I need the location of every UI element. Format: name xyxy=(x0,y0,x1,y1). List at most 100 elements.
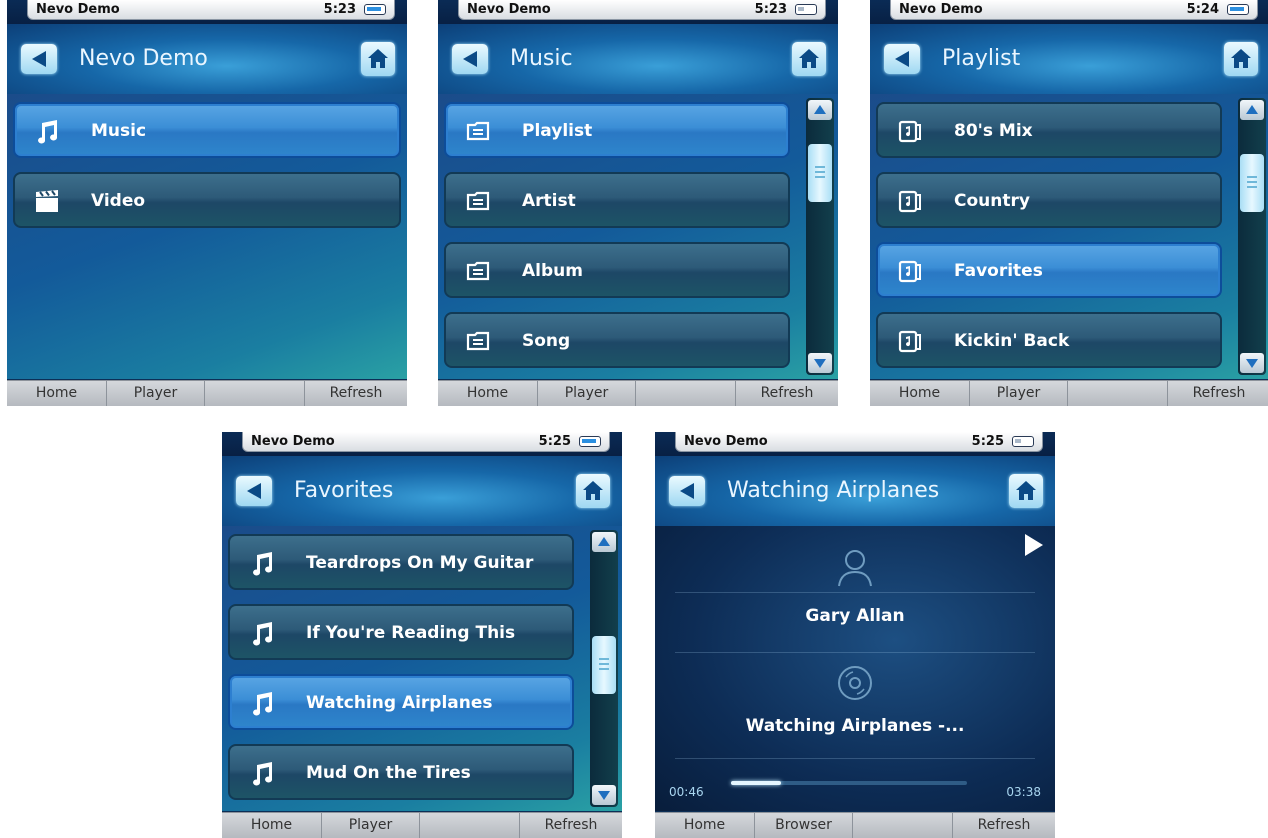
footer-empty-button[interactable] xyxy=(636,381,736,406)
status-title: Nevo Demo xyxy=(467,2,551,17)
play-button[interactable] xyxy=(1025,534,1043,556)
footer-refresh-button[interactable]: Refresh xyxy=(520,813,622,838)
battery-icon xyxy=(1227,4,1249,15)
footer-bar: Home Browser Refresh xyxy=(655,812,1055,838)
home-button[interactable] xyxy=(361,42,395,76)
scroll-down-button[interactable] xyxy=(592,785,616,805)
list-item-label: Watching Airplanes xyxy=(306,693,493,713)
footer-home-button[interactable]: Home xyxy=(655,813,755,838)
disc-icon xyxy=(838,666,872,700)
list-item-album[interactable]: Album xyxy=(444,242,790,298)
status-title: Nevo Demo xyxy=(251,434,335,449)
status-bar: Nevo Demo 5:23 xyxy=(438,0,838,24)
list-item-watching-airplanes[interactable]: Watching Airplanes xyxy=(228,674,574,730)
footer-refresh-button[interactable]: Refresh xyxy=(736,381,838,406)
list-item-video[interactable]: Video xyxy=(13,172,401,228)
list-item-label: Kickin' Back xyxy=(954,331,1070,351)
menu-list: 80's Mix Country Favorites Kickin' Back xyxy=(870,94,1268,379)
list-item-favorites[interactable]: Favorites xyxy=(876,242,1222,298)
home-button[interactable] xyxy=(576,474,610,508)
status-time: 5:25 xyxy=(971,434,1004,449)
music-note-icon xyxy=(253,762,273,786)
scroll-thumb[interactable] xyxy=(808,144,832,202)
back-button[interactable] xyxy=(21,44,57,74)
status-bar: Nevo Demo 5:24 xyxy=(870,0,1268,24)
divider xyxy=(675,652,1035,653)
home-icon xyxy=(1231,49,1251,68)
status-bar: Nevo Demo 5:23 xyxy=(7,0,407,24)
song-title: Watching Airplanes -... xyxy=(745,716,965,736)
scrollbar[interactable] xyxy=(590,530,618,807)
back-button[interactable] xyxy=(236,476,272,506)
scrollbar[interactable] xyxy=(806,98,834,375)
header: Watching Airplanes xyxy=(655,456,1055,526)
home-icon xyxy=(368,49,388,68)
progress-bar[interactable] xyxy=(731,781,967,785)
scroll-up-button[interactable] xyxy=(1240,100,1264,120)
list-item-label: 80's Mix xyxy=(954,121,1033,141)
footer-home-button[interactable]: Home xyxy=(222,813,322,838)
list-item-label: Teardrops On My Guitar xyxy=(306,553,534,573)
divider xyxy=(675,758,1035,759)
folder-icon xyxy=(466,191,490,211)
scroll-down-button[interactable] xyxy=(1240,353,1264,373)
footer-home-button[interactable]: Home xyxy=(870,381,970,406)
list-item-playlist[interactable]: Playlist xyxy=(444,102,790,158)
footer-player-button[interactable]: Player xyxy=(322,813,420,838)
home-button[interactable] xyxy=(1224,42,1258,76)
footer-empty-button[interactable] xyxy=(853,813,953,838)
footer-bar: Home Player Refresh xyxy=(222,812,622,838)
footer-refresh-button[interactable]: Refresh xyxy=(1168,381,1268,406)
header: Nevo Demo xyxy=(7,24,407,94)
footer-home-button[interactable]: Home xyxy=(7,381,107,406)
footer-player-button[interactable]: Player xyxy=(970,381,1068,406)
back-button[interactable] xyxy=(452,44,488,74)
list-item-country[interactable]: Country xyxy=(876,172,1222,228)
footer-home-button[interactable]: Home xyxy=(438,381,538,406)
home-button[interactable] xyxy=(792,42,826,76)
back-button[interactable] xyxy=(669,476,705,506)
scrollbar[interactable] xyxy=(1238,98,1266,375)
list-item-if-youre-reading-this[interactable]: If You're Reading This xyxy=(228,604,574,660)
footer-player-button[interactable]: Player xyxy=(538,381,636,406)
footer-refresh-button[interactable]: Refresh xyxy=(953,813,1055,838)
status-title: Nevo Demo xyxy=(899,2,983,17)
music-note-icon xyxy=(253,622,273,646)
footer-refresh-button[interactable]: Refresh xyxy=(305,381,407,406)
list-item-music[interactable]: Music xyxy=(13,102,401,158)
scroll-up-button[interactable] xyxy=(592,532,616,552)
list-item-teardrops-on-my-guitar[interactable]: Teardrops On My Guitar xyxy=(228,534,574,590)
scroll-up-button[interactable] xyxy=(808,100,832,120)
scroll-thumb[interactable] xyxy=(1240,154,1264,212)
battery-icon xyxy=(1012,436,1034,447)
list-item-mud-on-the-tires[interactable]: Mud On the Tires xyxy=(228,744,574,800)
footer-empty-button[interactable] xyxy=(1068,381,1168,406)
footer-empty-button[interactable] xyxy=(420,813,520,838)
footer-player-button[interactable]: Player xyxy=(107,381,205,406)
scroll-thumb[interactable] xyxy=(592,636,616,694)
list-item-80s-mix[interactable]: 80's Mix xyxy=(876,102,1222,158)
screen-now-playing: Nevo Demo 5:25 Watching Airplanes Gary A… xyxy=(655,432,1055,838)
footer-browser-button[interactable]: Browser xyxy=(755,813,853,838)
list-item-label: Music xyxy=(91,121,147,141)
status-title: Nevo Demo xyxy=(36,2,120,17)
song-list: Teardrops On My Guitar If You're Reading… xyxy=(222,526,622,811)
divider xyxy=(675,592,1035,593)
footer-empty-button[interactable] xyxy=(205,381,305,406)
list-item-label: Artist xyxy=(522,191,576,211)
playlist-icon xyxy=(898,330,921,353)
list-item-label: Playlist xyxy=(522,121,593,141)
home-button[interactable] xyxy=(1009,474,1043,508)
scroll-down-button[interactable] xyxy=(808,353,832,373)
page-title: Favorites xyxy=(294,478,394,503)
back-button[interactable] xyxy=(884,44,920,74)
list-item-artist[interactable]: Artist xyxy=(444,172,790,228)
list-item-song[interactable]: Song xyxy=(444,312,790,368)
progress-fill xyxy=(731,781,781,785)
list-item-kickin-back[interactable]: Kickin' Back xyxy=(876,312,1222,368)
list-item-label: If You're Reading This xyxy=(306,623,516,643)
screen-nevo-demo: Nevo Demo 5:23 Nevo Demo Music Video Hom… xyxy=(7,0,407,406)
screen-playlist: Nevo Demo 5:24 Playlist 80's Mix Country… xyxy=(870,0,1268,406)
artist-name: Gary Allan xyxy=(805,606,905,626)
list-item-label: Song xyxy=(522,331,571,351)
